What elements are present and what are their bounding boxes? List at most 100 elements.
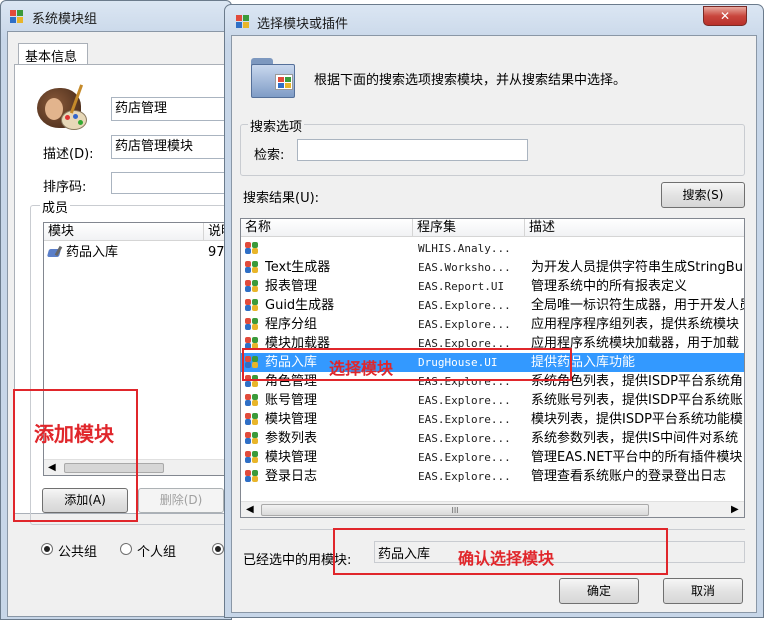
scroll-left-icon[interactable]: ◀ bbox=[246, 504, 254, 515]
search-options-label: 搜索选项 bbox=[248, 116, 305, 135]
result-name: 登录日志 bbox=[265, 469, 318, 484]
module-group-icon bbox=[245, 394, 259, 407]
module-group-icon bbox=[245, 470, 259, 483]
search-input[interactable] bbox=[297, 139, 528, 161]
result-desc bbox=[531, 239, 744, 258]
result-desc: 全局唯一标识符生成器，用于开发人员 bbox=[531, 298, 745, 313]
add-module-highlight bbox=[13, 389, 138, 522]
result-desc: 管理查看系统账户的登录登出日志 bbox=[531, 469, 727, 484]
result-desc: 模块列表，提供ISDP平台系统功能模 bbox=[531, 412, 743, 427]
search-field-label: 检索: bbox=[254, 148, 285, 163]
module-group-icon bbox=[245, 413, 259, 426]
radio-public-label: 公共组 bbox=[58, 545, 98, 560]
result-assembly: EAS.Explore... bbox=[418, 394, 511, 407]
confirm-module-annotation: 确认选择模块 bbox=[458, 549, 555, 568]
module-group-name-input[interactable]: 药店管理 bbox=[111, 97, 228, 121]
description-input[interactable]: 药店管理模块 bbox=[111, 135, 228, 159]
result-name: 报表管理 bbox=[265, 279, 318, 294]
app-icon bbox=[10, 10, 24, 24]
ok-button[interactable]: 确定 bbox=[559, 578, 639, 604]
back-window-title: 系统模块组 bbox=[32, 12, 98, 27]
result-desc: 系统参数列表，提供IS中间件对系统 bbox=[531, 431, 739, 446]
result-assembly: EAS.Explore... bbox=[418, 470, 511, 483]
scroll-grip-icon: III bbox=[451, 506, 459, 515]
result-row[interactable]: Text生成器 EAS.Worksho... 为开发人员提供字符串生成StringB… bbox=[241, 258, 745, 277]
result-name: 参数列表 bbox=[265, 431, 318, 446]
members-list-header: 模块 说明 bbox=[44, 223, 228, 241]
result-desc: 应用程序程序组列表，提供系统模块 bbox=[531, 317, 740, 332]
result-name bbox=[265, 239, 413, 258]
select-module-annotation: 选择模块 bbox=[329, 359, 394, 378]
result-assembly: EAS.Worksho... bbox=[418, 261, 511, 274]
result-name: 模块管理 bbox=[265, 450, 318, 465]
cancel-button[interactable]: 取消 bbox=[663, 578, 743, 604]
add-module-annotation: 添加模块 bbox=[34, 422, 114, 446]
result-name: 模块管理 bbox=[265, 412, 318, 427]
module-group-icon bbox=[245, 242, 259, 255]
scroll-right-icon[interactable]: ▶ bbox=[731, 504, 739, 515]
scroll-thumb[interactable]: III bbox=[261, 504, 649, 516]
app-icon bbox=[236, 15, 250, 29]
result-assembly: EAS.Explore... bbox=[418, 432, 511, 445]
tab-basic-info-label: 基本信息 bbox=[25, 50, 78, 65]
folder-module-icon bbox=[249, 52, 301, 100]
front-window-titlebar[interactable]: 选择模块或插件 ✕ bbox=[225, 5, 763, 33]
result-row[interactable]: 报表管理 EAS.Report.UI 管理系统中的所有报表定义 bbox=[241, 277, 744, 296]
module-group-icon bbox=[245, 318, 259, 331]
module-group-icon bbox=[245, 432, 259, 445]
delete-button[interactable]: 删除(D) bbox=[138, 488, 224, 513]
module-group-icon bbox=[245, 261, 259, 274]
col-description[interactable]: 描述 bbox=[525, 219, 744, 237]
results-label: 搜索结果(U): bbox=[243, 191, 320, 206]
instruction-text: 根据下面的搜索选项搜索模块，并从搜索结果中选择。 bbox=[314, 73, 627, 88]
front-window-title: 选择模块或插件 bbox=[257, 17, 349, 32]
col-assembly[interactable]: 程序集 bbox=[413, 219, 525, 237]
search-button[interactable]: 搜索(S) bbox=[661, 182, 745, 208]
members-row[interactable]: 药品入库 979 bbox=[44, 243, 228, 262]
result-assembly: EAS.Explore... bbox=[418, 413, 511, 426]
col-module[interactable]: 模块 bbox=[44, 223, 204, 241]
result-assembly: EAS.Report.UI bbox=[418, 280, 505, 293]
select-module-highlight bbox=[242, 348, 572, 381]
close-icon: ✕ bbox=[719, 9, 731, 23]
result-row[interactable]: 参数列表 EAS.Explore... 系统参数列表，提供IS中间件对系统 bbox=[241, 429, 744, 448]
result-assembly: EAS.Explore... bbox=[418, 299, 511, 312]
module-icon bbox=[46, 245, 63, 259]
radio-public-group[interactable] bbox=[41, 543, 53, 555]
sort-code-input[interactable] bbox=[111, 172, 228, 194]
module-group-icon bbox=[35, 80, 91, 134]
members-label: 成员 bbox=[40, 197, 71, 216]
sort-code-label: 排序码: bbox=[43, 180, 87, 195]
result-name: Guid生成器 bbox=[265, 298, 335, 313]
member-name: 药品入库 bbox=[66, 245, 119, 260]
results-list-header: 名称 程序集 描述 bbox=[241, 219, 744, 237]
radio-third-option[interactable] bbox=[212, 543, 224, 555]
result-name: 账号管理 bbox=[265, 393, 318, 408]
result-row[interactable]: 登录日志 EAS.Explore... 管理查看系统账户的登录登出日志 bbox=[241, 467, 744, 486]
result-row[interactable]: 程序分组 EAS.Explore... 应用程序程序组列表，提供系统模块 bbox=[241, 315, 744, 334]
result-row[interactable]: 模块管理 EAS.Explore... 管理EAS.NET平台中的所有插件模块 bbox=[241, 448, 744, 467]
results-hscrollbar[interactable]: ◀ III ▶ bbox=[241, 501, 744, 517]
description-label: 描述(D): bbox=[43, 147, 94, 162]
result-row[interactable]: 账号管理 EAS.Explore... 系统账号列表，提供ISDP平台系统账 bbox=[241, 391, 744, 410]
module-group-icon bbox=[245, 299, 259, 312]
result-name: Text生成器 bbox=[265, 260, 331, 275]
result-row[interactable]: Guid生成器 EAS.Explore... 全局唯一标识符生成器，用于开发人员 bbox=[241, 296, 745, 315]
result-desc: 管理系统中的所有报表定义 bbox=[531, 279, 688, 294]
module-group-icon bbox=[245, 280, 259, 293]
result-desc: 为开发人员提供字符串生成StringBuilder bbox=[531, 260, 745, 275]
radio-personal-group[interactable] bbox=[120, 543, 132, 555]
back-window-titlebar[interactable]: 系统模块组 bbox=[1, 1, 231, 29]
close-button[interactable]: ✕ bbox=[703, 6, 747, 26]
result-assembly: WLHIS.Analy... bbox=[418, 242, 511, 255]
result-name: 程序分组 bbox=[265, 317, 318, 332]
radio-personal-label: 个人组 bbox=[137, 545, 177, 560]
result-assembly: EAS.Explore... bbox=[418, 451, 511, 464]
result-row[interactable]: WLHIS.Analy... bbox=[241, 239, 744, 258]
result-desc: 管理EAS.NET平台中的所有插件模块 bbox=[531, 450, 743, 465]
module-group-icon bbox=[245, 451, 259, 464]
col-name[interactable]: 名称 bbox=[241, 219, 413, 237]
result-desc: 系统账号列表，提供ISDP平台系统账 bbox=[531, 393, 743, 408]
result-row[interactable]: 模块管理 EAS.Explore... 模块列表，提供ISDP平台系统功能模 bbox=[241, 410, 744, 429]
result-assembly: EAS.Explore... bbox=[418, 318, 511, 331]
